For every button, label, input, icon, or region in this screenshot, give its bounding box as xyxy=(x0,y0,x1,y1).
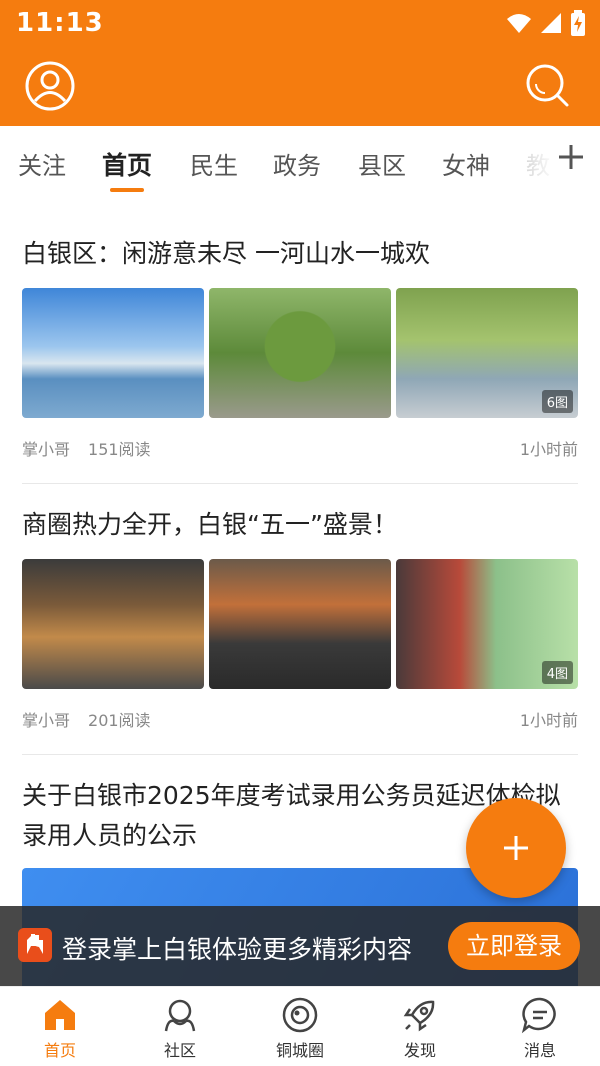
signal-icon xyxy=(541,13,561,33)
nav-item-messages[interactable]: 消息 xyxy=(480,987,600,1066)
app-logo-icon xyxy=(18,928,52,962)
article-time: 1小时前 xyxy=(519,440,578,459)
active-tab-indicator xyxy=(110,188,144,192)
article-meta: 掌小哥 151阅读 1小时前 xyxy=(22,436,578,460)
nav-label: 铜城圈 xyxy=(275,1041,324,1060)
article-reads: 151阅读 xyxy=(88,440,151,459)
channel-tabs: 关注 首页 民生 政务 县区 女神 教 xyxy=(0,126,600,198)
status-time: 11:13 xyxy=(16,8,104,38)
article-author: 掌小哥 xyxy=(22,440,71,459)
tab-livelihood[interactable]: 民生 xyxy=(190,146,238,181)
login-prompt-text: 登录掌上白银体验更多精彩内容 xyxy=(62,935,413,964)
tab-follow[interactable]: 关注 xyxy=(18,146,66,181)
wifi-icon xyxy=(507,14,531,33)
nav-item-home[interactable]: 首页 xyxy=(0,987,120,1066)
nav-item-circle[interactable]: 铜城圈 xyxy=(240,987,360,1066)
article-title[interactable]: 商圈热力全开，白银“五一”盛景！ xyxy=(22,505,578,545)
article-image[interactable] xyxy=(22,559,204,689)
rocket-icon xyxy=(403,1000,435,1032)
nav-item-community[interactable]: 社区 xyxy=(120,987,240,1066)
article-time: 1小时前 xyxy=(519,711,578,730)
plus-icon xyxy=(504,836,528,860)
login-prompt-bar: 登录掌上白银体验更多精彩内容 立即登录 xyxy=(0,906,600,986)
tab-counties[interactable]: 县区 xyxy=(358,146,406,181)
article-image[interactable] xyxy=(22,288,204,418)
nav-item-discover[interactable]: 发现 xyxy=(360,987,480,1066)
user-avatar-icon[interactable] xyxy=(24,60,76,112)
bottom-nav: 首页 社区 铜城圈 发现 消息 xyxy=(0,986,600,1066)
login-button[interactable]: 立即登录 xyxy=(448,922,580,970)
article-title[interactable]: 白银区：闲游意未尽 一河山水一城欢 xyxy=(22,234,578,274)
tab-goddess[interactable]: 女神 xyxy=(442,146,490,181)
battery-icon xyxy=(571,10,585,36)
create-post-button[interactable] xyxy=(466,798,566,898)
circle-icon xyxy=(282,997,318,1033)
app-header xyxy=(0,48,600,126)
tabs-fade xyxy=(516,126,556,198)
image-count-badge: 6图 xyxy=(541,390,573,413)
article-images: 4图 xyxy=(22,559,578,689)
article-meta: 掌小哥 201阅读 1小时前 xyxy=(22,707,578,731)
article-card[interactable]: 商圈热力全开，白银“五一”盛景！ 4图 掌小哥 201阅读 1小时前 xyxy=(22,505,578,731)
nav-label: 首页 xyxy=(43,1041,76,1060)
search-icon[interactable] xyxy=(524,62,570,108)
nav-label: 发现 xyxy=(403,1041,436,1060)
nav-label: 社区 xyxy=(163,1041,196,1060)
article-card[interactable]: 白银区：闲游意未尽 一河山水一城欢 6图 掌小哥 151阅读 1小时前 xyxy=(22,234,578,460)
article-image[interactable] xyxy=(209,288,391,418)
article-reads: 201阅读 xyxy=(88,711,151,730)
nav-label: 消息 xyxy=(523,1041,556,1060)
community-icon xyxy=(164,999,196,1032)
article-image[interactable]: 6图 xyxy=(396,288,578,418)
article-images: 6图 xyxy=(22,288,578,418)
home-icon xyxy=(45,1000,75,1030)
status-bar: 11:13 xyxy=(0,0,600,48)
plus-icon[interactable] xyxy=(556,142,586,172)
image-count-badge: 4图 xyxy=(541,661,573,684)
article-image[interactable]: 4图 xyxy=(396,559,578,689)
tab-government[interactable]: 政务 xyxy=(273,146,321,181)
divider xyxy=(22,483,578,484)
tab-home[interactable]: 首页 xyxy=(102,146,152,182)
divider xyxy=(22,754,578,755)
message-icon xyxy=(521,997,556,1034)
article-image[interactable] xyxy=(209,559,391,689)
system-icons xyxy=(506,10,586,36)
article-author: 掌小哥 xyxy=(22,711,71,730)
